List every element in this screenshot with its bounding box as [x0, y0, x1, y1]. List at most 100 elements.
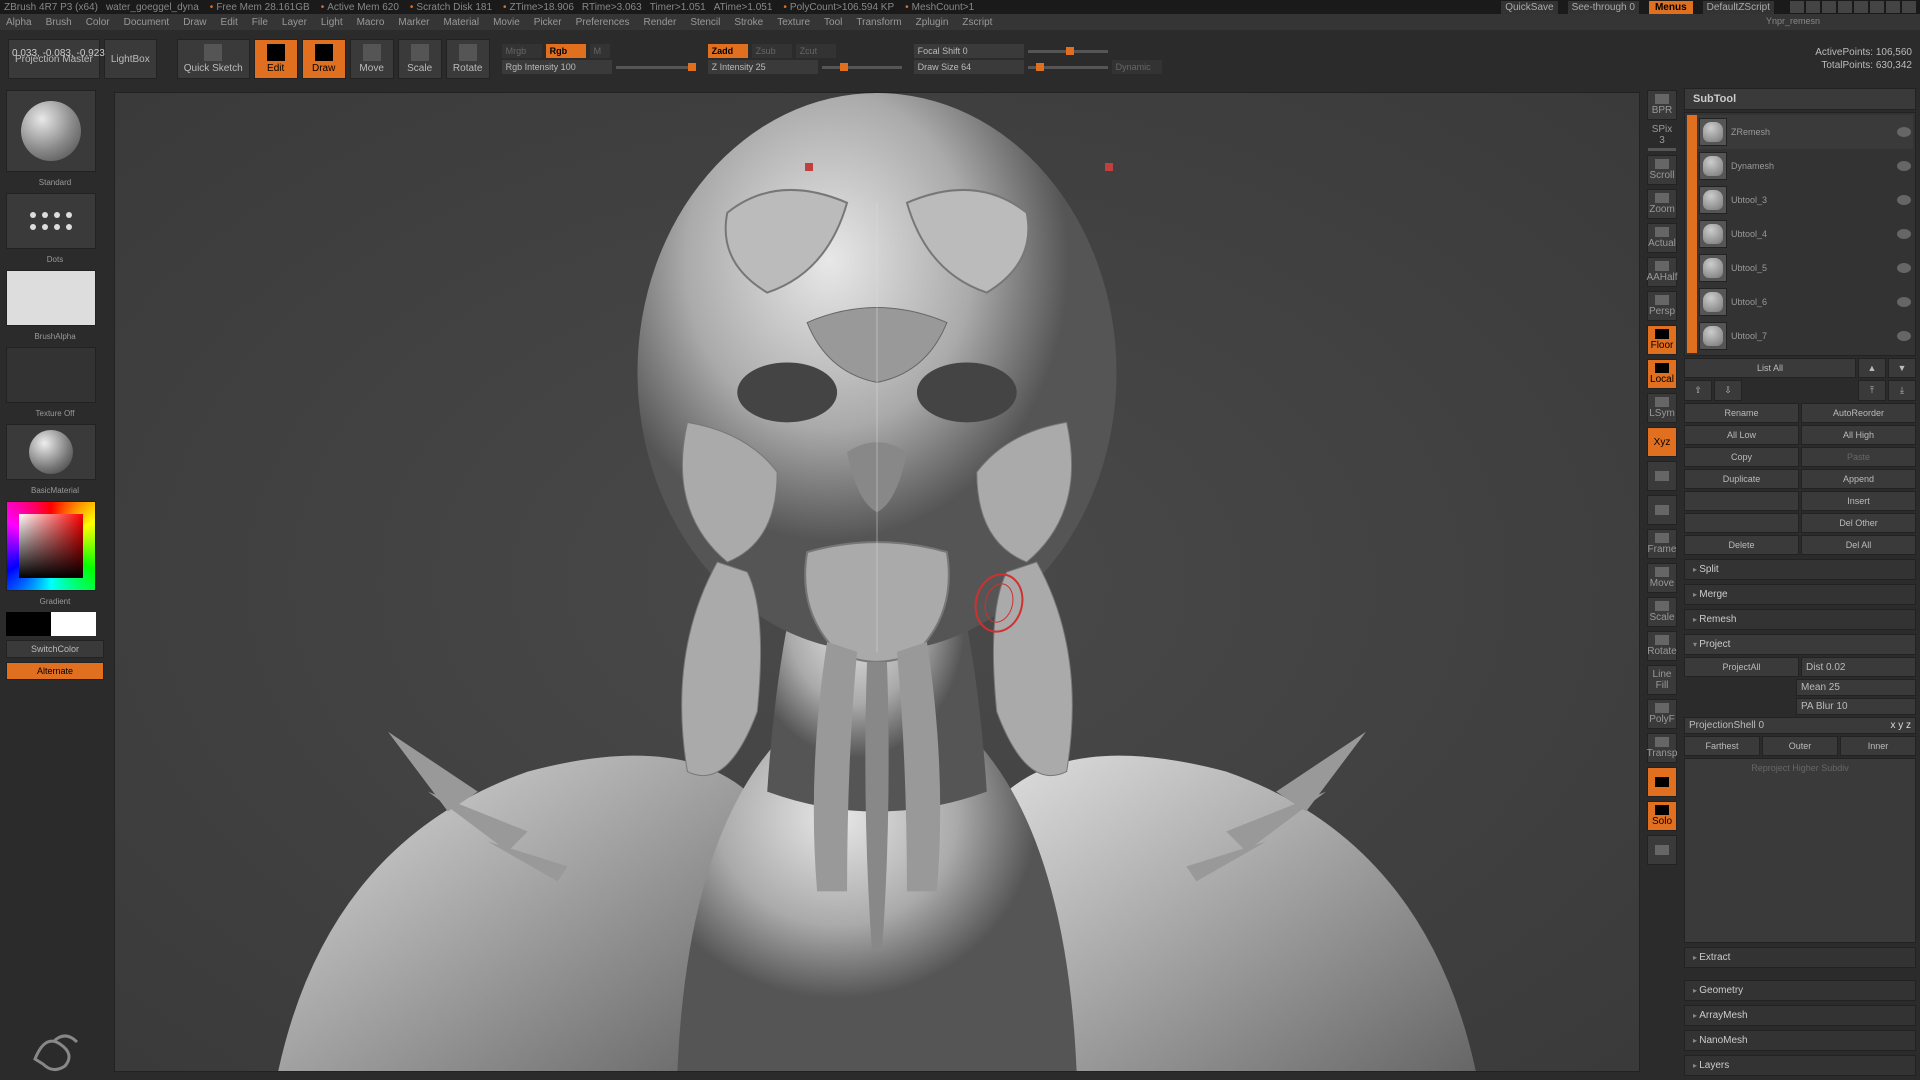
material-selector[interactable] — [6, 424, 96, 480]
subtool-item[interactable]: Ubtool_5 — [1697, 251, 1913, 285]
rgb-button[interactable]: Rgb — [546, 44, 586, 58]
xpose-button[interactable] — [1647, 835, 1677, 865]
texture-selector[interactable] — [6, 347, 96, 403]
rotate-button[interactable]: Rotate — [446, 39, 490, 79]
arraymesh-section[interactable]: ArrayMesh — [1684, 1005, 1916, 1026]
merge-section[interactable]: Merge — [1684, 584, 1916, 605]
menu-document[interactable]: Document — [124, 17, 170, 28]
floor-button[interactable]: Floor — [1647, 325, 1677, 355]
menu-picker[interactable]: Picker — [534, 17, 562, 28]
all-high-button[interactable]: All High — [1801, 425, 1916, 445]
transform-handle[interactable] — [1105, 163, 1113, 171]
remesh-section[interactable]: Remesh — [1684, 609, 1916, 630]
subtool-item[interactable]: ZRemesh — [1697, 115, 1913, 149]
spix-slider[interactable]: SPix 3 — [1648, 124, 1676, 151]
color-swatches[interactable] — [6, 612, 104, 636]
brush-selector[interactable] — [6, 90, 96, 172]
delete-button[interactable]: Delete — [1684, 535, 1799, 555]
arrow-up-icon[interactable]: ▲ — [1858, 358, 1886, 378]
primary-color[interactable] — [51, 612, 96, 636]
menu-preferences[interactable]: Preferences — [576, 17, 630, 28]
rgb-intensity-slider[interactable]: Rgb Intensity 100 — [502, 60, 612, 74]
subtool-scrollbar[interactable] — [1687, 115, 1697, 353]
menu-stroke[interactable]: Stroke — [734, 17, 763, 28]
zadd-button[interactable]: Zadd — [708, 44, 748, 58]
seethrough-slider[interactable]: See-through 0 — [1568, 1, 1639, 14]
draw-size-slider[interactable]: Draw Size 64 — [914, 60, 1024, 74]
polyf-button[interactable]: PolyF — [1647, 699, 1677, 729]
menu-edit[interactable]: Edit — [221, 17, 238, 28]
dynamic-button[interactable]: Dynamic — [1112, 60, 1162, 74]
menu-color[interactable]: Color — [86, 17, 110, 28]
local-button[interactable]: Local — [1647, 359, 1677, 389]
copy-button[interactable]: Copy — [1684, 447, 1799, 467]
menu-transform[interactable]: Transform — [856, 17, 901, 28]
menu-zplugin[interactable]: Zplugin — [916, 17, 949, 28]
outer-button[interactable]: Outer — [1762, 736, 1838, 756]
focal-shift-slider[interactable]: Focal Shift 0 — [914, 44, 1024, 58]
m-button[interactable]: M — [590, 44, 610, 58]
frame-button[interactable]: Frame — [1647, 529, 1677, 559]
paste-button[interactable]: Paste — [1801, 447, 1916, 467]
gradient-label[interactable]: Gradient — [6, 595, 104, 608]
close-button[interactable] — [1902, 1, 1916, 13]
switch-color-button[interactable]: SwitchColor — [6, 640, 104, 658]
rotate-tool-button[interactable]: Rotate — [1647, 631, 1677, 661]
list-all-button[interactable]: List All — [1684, 358, 1856, 378]
split-section[interactable]: Split — [1684, 559, 1916, 580]
duplicate-button[interactable]: Duplicate — [1684, 469, 1799, 489]
autoreorder-button[interactable]: AutoReorder — [1801, 403, 1916, 423]
minimize-button[interactable] — [1870, 1, 1884, 13]
alpha-selector[interactable] — [6, 270, 96, 326]
menu-texture[interactable]: Texture — [777, 17, 810, 28]
xyz-button[interactable]: Xyz — [1647, 427, 1677, 457]
extract-section[interactable]: Extract — [1684, 947, 1916, 968]
menu-zscript[interactable]: Zscript — [962, 17, 992, 28]
menu-brush[interactable]: Brush — [46, 17, 72, 28]
draw-button[interactable]: Draw — [302, 39, 346, 79]
menu-material[interactable]: Material — [444, 17, 480, 28]
mrgb-button[interactable]: Mrgb — [502, 44, 542, 58]
layout-btn-1[interactable] — [1790, 1, 1804, 13]
eye-icon[interactable] — [1897, 297, 1911, 307]
del-all-button[interactable]: Del All — [1801, 535, 1916, 555]
solo-button[interactable]: Solo — [1647, 801, 1677, 831]
edit-button[interactable]: Edit — [254, 39, 298, 79]
subtool-item[interactable]: Ubtool_3 — [1697, 183, 1913, 217]
move-tool-button[interactable]: Move — [1647, 563, 1677, 593]
scroll-button[interactable]: Scroll — [1647, 155, 1677, 185]
lasso-icon[interactable] — [1647, 495, 1677, 525]
home-button[interactable] — [1854, 1, 1868, 13]
zoom-button[interactable]: Zoom — [1647, 189, 1677, 219]
projection-master-button[interactable]: Projection Master — [8, 39, 100, 79]
eye-icon[interactable] — [1897, 195, 1911, 205]
subtool-item[interactable]: Dynamesh — [1697, 149, 1913, 183]
eye-icon[interactable] — [1897, 161, 1911, 171]
ghost-button[interactable] — [1647, 767, 1677, 797]
layers-section[interactable]: Layers — [1684, 1055, 1916, 1076]
reproject-button[interactable]: Reproject Higher Subdiv — [1684, 758, 1916, 943]
eye-icon[interactable] — [1897, 229, 1911, 239]
secondary-color[interactable] — [6, 612, 51, 636]
linefill-button[interactable]: Line Fill — [1647, 665, 1677, 695]
geometry-section[interactable]: Geometry — [1684, 980, 1916, 1001]
project-all-button[interactable]: ProjectAll — [1684, 657, 1799, 677]
menu-stencil[interactable]: Stencil — [690, 17, 720, 28]
stroke-selector[interactable] — [6, 193, 96, 249]
all-low-button[interactable]: All Low — [1684, 425, 1799, 445]
lsym-button[interactable]: LSym — [1647, 393, 1677, 423]
z-intensity-slider[interactable]: Z Intensity 25 — [708, 60, 818, 74]
aahalf-button[interactable]: AAHalf — [1647, 257, 1677, 287]
menus-button[interactable]: Menus — [1649, 1, 1693, 14]
transform-handle[interactable] — [805, 163, 813, 171]
menu-alpha[interactable]: Alpha — [6, 17, 32, 28]
menu-macro[interactable]: Macro — [357, 17, 385, 28]
color-picker[interactable] — [6, 501, 96, 591]
eye-icon[interactable] — [1897, 331, 1911, 341]
layout-btn-3[interactable] — [1822, 1, 1836, 13]
menu-draw[interactable]: Draw — [183, 17, 206, 28]
eye-icon[interactable] — [1897, 263, 1911, 273]
move-bottom-icon[interactable]: ⤓ — [1888, 380, 1916, 401]
pa-blur-slider[interactable]: PA Blur 10 — [1796, 698, 1916, 715]
actual-button[interactable]: Actual — [1647, 223, 1677, 253]
